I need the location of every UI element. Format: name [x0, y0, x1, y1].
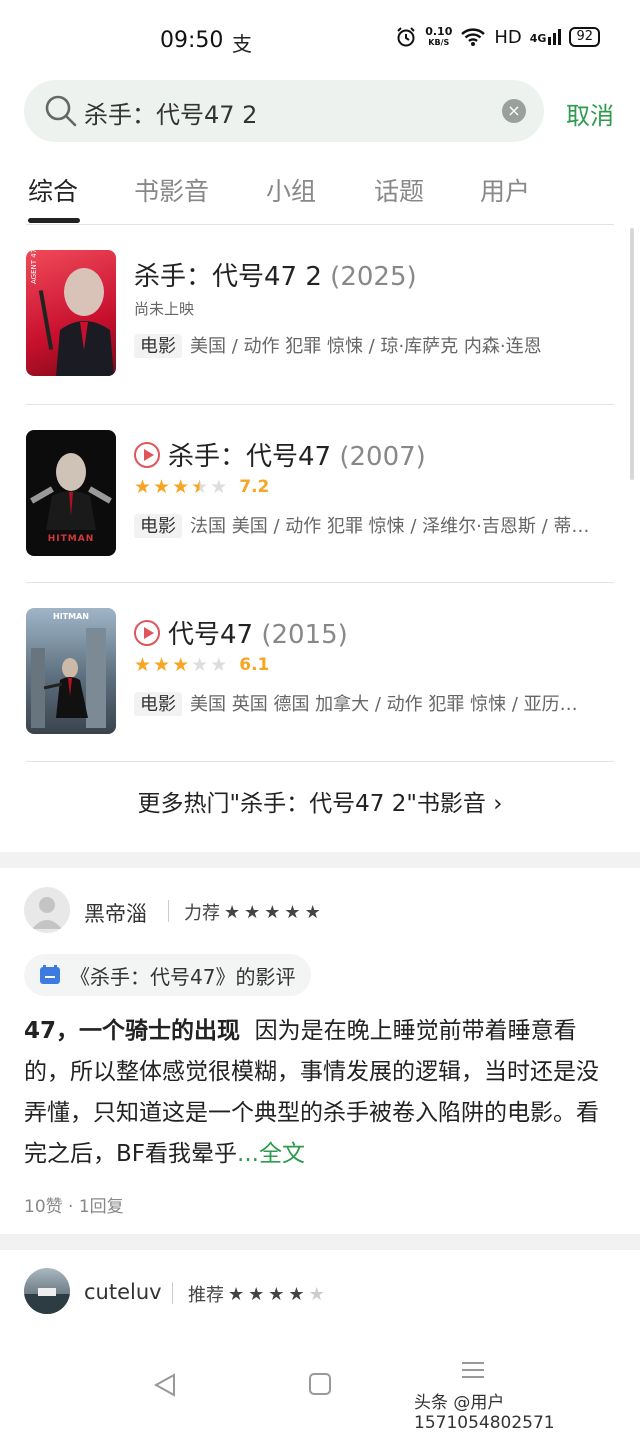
play-icon [134, 442, 160, 468]
tab-bar: 综合 书影音 小组 话题 用户 [0, 162, 640, 224]
battery-icon: 92 [569, 27, 600, 47]
movie-meta: 电影 美国 英国 德国 加拿大 / 动作 犯罪 惊悚 / 亚历… [134, 690, 614, 716]
review-headline: 47，一个骑士的出现 [24, 1018, 241, 1044]
avatar[interactable] [24, 1268, 70, 1314]
review-source-chip[interactable]: 《杀手：代号47》的影评 [24, 954, 312, 996]
half-star-icon: ★ [191, 476, 209, 498]
divider [26, 404, 614, 405]
star-icon: ★ [153, 476, 171, 498]
movie-title[interactable]: 杀手：代号47 (2007) [134, 436, 426, 473]
tab-books-movies-music[interactable]: 书影音 [134, 172, 209, 208]
star-icon: ★ [304, 901, 321, 923]
star-icon: ★ [224, 901, 241, 923]
status-icons: 0.10 KB/S HD 4G 92 [395, 26, 600, 48]
category-tag: 电影 [134, 692, 182, 716]
read-more-link[interactable]: ...全文 [237, 1141, 305, 1167]
star-icon: ★ [134, 476, 152, 498]
divider [26, 582, 614, 583]
tab-users[interactable]: 用户 [480, 172, 530, 208]
star-icon: ★ [134, 654, 152, 676]
chevron-right-icon: › [493, 791, 503, 817]
review-username[interactable]: cuteluv [84, 1280, 162, 1304]
tab-topics[interactable]: 话题 [374, 172, 424, 208]
clear-icon[interactable]: × [502, 99, 526, 123]
review-stats: 10赞 · 1回复 [24, 1197, 124, 1217]
separator [172, 1282, 173, 1304]
watermark: 头条 @用户1571054802571 [414, 1393, 555, 1433]
movie-title[interactable]: 杀手：代号47 2 (2025) [134, 256, 417, 293]
play-icon [134, 620, 160, 646]
section-gap [0, 1234, 640, 1250]
alarm-icon [397, 27, 415, 47]
star-icon: ★ [172, 476, 190, 498]
star-rating: ★ ★ ★ ★ ★ 7.2 [134, 476, 269, 498]
tab-groups[interactable]: 小组 [266, 172, 316, 208]
recommendation: 推荐 ★ ★ ★ ★ ★ [188, 1283, 325, 1307]
divider [26, 761, 614, 762]
star-rating: ★ ★ ★ ★ ★ 6.1 [134, 654, 269, 676]
movie-poster[interactable]: AGENT 47 [26, 250, 116, 376]
category-tag: 电影 [134, 334, 182, 358]
search-input[interactable]: 杀手：代号47 2 [84, 95, 257, 130]
score: 6.1 [239, 655, 270, 675]
movie-poster[interactable]: HITMAN [26, 430, 116, 556]
star-icon: ★ [288, 1283, 305, 1305]
alipay-icon: 支 [232, 32, 252, 56]
movie-poster[interactable]: HITMAN [26, 608, 116, 734]
more-results-link[interactable]: 更多热门"杀手：代号47 2"书影音 › [0, 784, 640, 818]
movie-title[interactable]: 代号47 (2015) [134, 614, 348, 651]
star-icon: ★ [308, 1283, 325, 1305]
menu-icon[interactable] [460, 1360, 486, 1380]
star-icon: ★ [244, 901, 261, 923]
star-icon: ★ [268, 1283, 285, 1305]
star-icon: ★ [210, 654, 228, 676]
film-icon [40, 965, 60, 984]
tab-overall[interactable]: 综合 [28, 172, 78, 208]
review-text[interactable]: 47，一个骑士的出现 因为是在晚上睡觉前带着睡意看的，所以整体感觉很模糊，事情发… [24, 1011, 616, 1175]
home-icon[interactable] [308, 1372, 332, 1396]
star-icon: ★ [210, 476, 228, 498]
movie-meta: 电影 美国 / 动作 犯罪 惊悚 / 琼·库萨克 内森·连恩 [134, 332, 614, 358]
wifi-icon [461, 28, 486, 46]
poster-title: AGENT 47 [30, 250, 38, 284]
signal-icon: 4G [530, 29, 562, 45]
search-icon [45, 95, 77, 127]
movie-result[interactable]: HITMAN 代号47 (2015) ★ ★ ★ ★ ★ 6.1 电影 美国 英国 德国… [0, 586, 640, 764]
score: 7.2 [239, 477, 270, 497]
clock: 09:50 [160, 28, 224, 53]
release-status: 尚未上映 [134, 300, 195, 318]
star-icon: ★ [284, 901, 301, 923]
separator [168, 900, 169, 922]
star-icon: ★ [228, 1283, 245, 1305]
star-icon: ★ [153, 654, 171, 676]
star-icon: ★ [191, 654, 209, 676]
active-tab-indicator [28, 218, 80, 223]
poster-title: HITMAN [53, 612, 89, 621]
section-gap [0, 852, 640, 868]
divider [26, 224, 614, 225]
star-icon: ★ [264, 901, 281, 923]
search-bar[interactable]: 杀手：代号47 2 × [24, 80, 544, 142]
movie-meta: 电影 法国 美国 / 动作 犯罪 惊悚 / 泽维尔·吉恩斯 / 蒂… [134, 512, 614, 538]
review-username[interactable]: 黑帝淄 [84, 898, 147, 928]
category-tag: 电影 [134, 514, 182, 538]
movie-result[interactable]: HITMAN 杀手：代号47 (2007) ★ ★ ★ ★ ★ 7.2 电影 法国 美国… [0, 408, 640, 586]
back-icon[interactable] [152, 1372, 178, 1398]
hd-indicator: HD [494, 26, 522, 48]
star-icon: ★ [172, 654, 190, 676]
movie-result[interactable]: AGENT 47 杀手：代号47 2 (2025) 尚未上映 电影 美国 / 动作… [0, 228, 640, 406]
network-speed: 0.10 KB/S [425, 25, 453, 47]
poster-title: HITMAN [47, 534, 95, 544]
star-icon: ★ [248, 1283, 265, 1305]
status-bar: 09:50 支 0.10 KB/S HD 4G 92 [0, 0, 640, 80]
cancel-button[interactable]: 取消 [566, 96, 614, 131]
avatar[interactable] [24, 887, 70, 933]
recommendation: 力荐 ★ ★ ★ ★ ★ [184, 901, 321, 925]
